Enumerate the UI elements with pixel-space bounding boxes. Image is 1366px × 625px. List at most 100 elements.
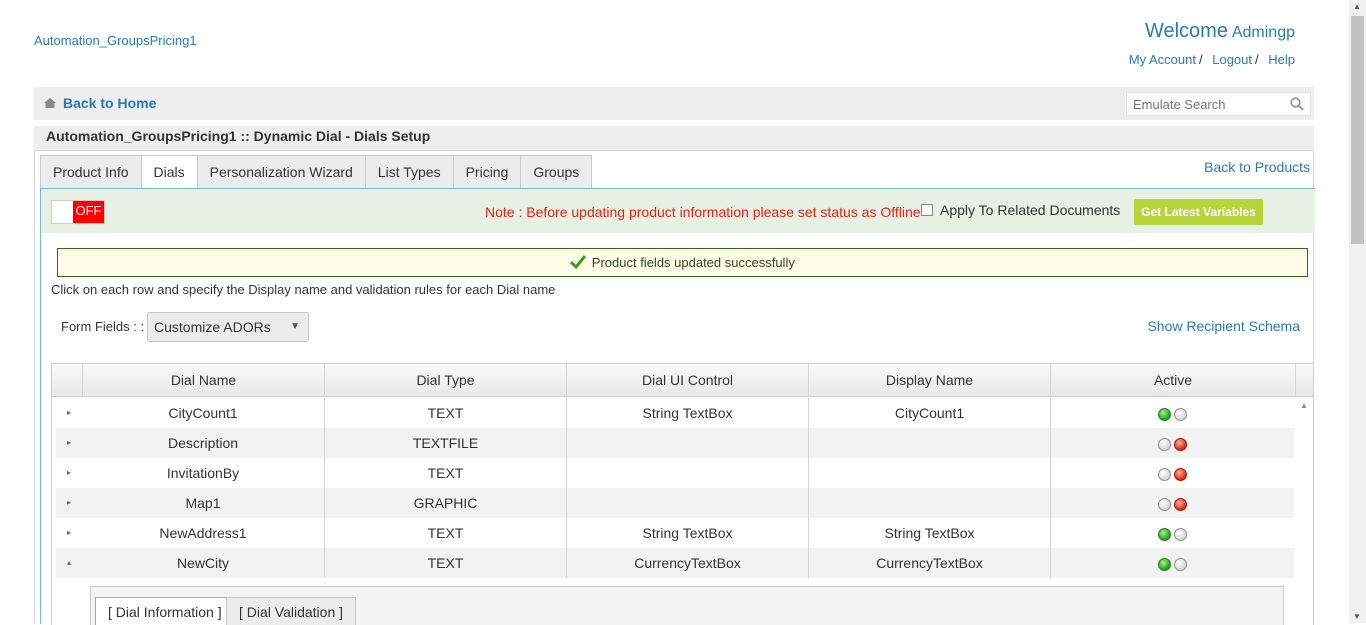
check-icon xyxy=(570,255,587,269)
active-on-icon xyxy=(1158,407,1171,421)
cell-dial-type: GRAPHIC xyxy=(324,488,566,518)
cell-display-name xyxy=(808,488,1050,518)
page-title-bar: Automation_GroupsPricing1 :: Dynamic Dia… xyxy=(34,126,1314,150)
cell-display-name xyxy=(808,458,1050,488)
apply-related-documents[interactable]: Apply To Related Documents xyxy=(921,202,1120,218)
cell-dial-name: CityCount1 xyxy=(168,405,238,421)
cell-ui-control xyxy=(566,488,808,518)
page-title: Automation_GroupsPricing1 :: Dynamic Dia… xyxy=(46,128,431,144)
table-row[interactable]: ▴ NewCity TEXT CurrencyTextBox CurrencyT… xyxy=(56,548,1294,578)
cell-dial-type: TEXT xyxy=(324,398,566,428)
active-indicator[interactable] xyxy=(1158,557,1187,571)
cell-dial-type: TEXT xyxy=(324,518,566,548)
active-indicator[interactable] xyxy=(1158,467,1187,481)
cell-display-name: CurrencyTextBox xyxy=(808,548,1050,578)
form-fields-label: Form Fields : : xyxy=(61,319,145,334)
back-to-home-link[interactable]: Back to Home xyxy=(63,95,156,111)
cell-ui-control xyxy=(566,428,808,458)
tab-pricing[interactable]: Pricing xyxy=(452,155,522,189)
active-indicator[interactable] xyxy=(1158,437,1187,451)
cell-dial-name: Map1 xyxy=(185,495,221,511)
tab-dial-information[interactable]: [ Dial Information ] xyxy=(95,597,235,625)
apply-related-checkbox[interactable] xyxy=(921,204,933,216)
status-strip: OFF Note : Before updating product infor… xyxy=(41,189,1315,233)
back-to-products-link[interactable]: Back to Products xyxy=(1204,159,1310,175)
dial-detail-panel: [ Dial Information ] [ Dial Validation ] xyxy=(90,586,1284,625)
scroll-up-icon[interactable]: ▲ xyxy=(1353,2,1361,11)
cell-dial-type: TEXT xyxy=(324,458,566,488)
active-on-icon xyxy=(1158,437,1171,451)
tab-groups[interactable]: Groups xyxy=(520,155,593,189)
my-account-link[interactable]: My Account xyxy=(1129,52,1196,67)
scroll-up-icon[interactable]: ▲ xyxy=(1300,401,1308,410)
cell-display-name xyxy=(808,428,1050,458)
tab-personalization-wizard[interactable]: Personalization Wizard xyxy=(196,155,366,189)
show-recipient-schema-link[interactable]: Show Recipient Schema xyxy=(1147,318,1300,334)
active-off-icon xyxy=(1174,497,1187,511)
active-indicator[interactable] xyxy=(1158,497,1187,511)
tab-list-types[interactable]: List Types xyxy=(364,155,454,189)
account-links: My Account / Logout / Help xyxy=(1129,52,1295,67)
apply-related-label: Apply To Related Documents xyxy=(940,202,1121,218)
active-indicator[interactable] xyxy=(1158,407,1187,421)
expand-icon[interactable]: ▸ xyxy=(67,518,77,548)
cell-ui-control: String TextBox xyxy=(566,518,808,548)
table-row[interactable]: ▸ InvitationBy TEXT xyxy=(56,458,1294,488)
get-latest-variables-button[interactable]: Get Latest Variables xyxy=(1134,199,1263,225)
collapse-icon[interactable]: ▴ xyxy=(67,548,77,578)
table-row[interactable]: ▸ Description TEXTFILE xyxy=(56,428,1294,458)
help-link[interactable]: Help xyxy=(1268,52,1295,67)
col-display-name[interactable]: Display Name xyxy=(808,364,1050,396)
active-on-icon xyxy=(1158,527,1171,541)
cell-ui-control: String TextBox xyxy=(566,398,808,428)
cell-active xyxy=(1050,488,1294,518)
expand-icon[interactable]: ▸ xyxy=(67,398,77,428)
scroll-down-icon[interactable]: ▼ xyxy=(1353,612,1361,621)
tab-dials[interactable]: Dials xyxy=(140,155,198,190)
main-panel: Product Info Dials Personalization Wizar… xyxy=(34,150,1315,625)
cell-dial-type: TEXTFILE xyxy=(324,428,566,458)
site-name-link[interactable]: Automation_GroupsPricing1 xyxy=(34,33,197,48)
cell-dial-type: TEXT xyxy=(324,548,566,578)
welcome-banner: Welcome Admingp xyxy=(1145,20,1295,43)
active-indicator[interactable] xyxy=(1158,527,1187,541)
cell-display-name: CityCount1 xyxy=(808,398,1050,428)
dials-content: OFF Note : Before updating product infor… xyxy=(40,188,1315,625)
expand-icon[interactable]: ▸ xyxy=(67,458,77,488)
col-scroll-spacer xyxy=(1295,364,1313,396)
grid-scrollbar[interactable]: ▲ xyxy=(1295,398,1313,625)
col-dial-type[interactable]: Dial Type xyxy=(324,364,566,396)
cell-ui-control xyxy=(566,458,808,488)
cell-active xyxy=(1050,548,1294,578)
scroll-thumb[interactable] xyxy=(1351,16,1364,244)
col-dial-name[interactable]: Dial Name xyxy=(82,364,324,396)
user-name: Admingp xyxy=(1231,24,1295,41)
expand-icon[interactable]: ▸ xyxy=(67,488,77,518)
table-row[interactable]: ▸ NewAddress1 TEXT String TextBox String… xyxy=(56,518,1294,548)
status-toggle[interactable]: OFF xyxy=(51,200,105,224)
active-off-icon xyxy=(1174,557,1187,571)
tab-dial-validation[interactable]: [ Dial Validation ] xyxy=(226,597,357,625)
col-dial-ui-control[interactable]: Dial UI Control xyxy=(566,364,808,396)
search-icon[interactable] xyxy=(1290,97,1304,111)
expand-icon[interactable]: ▸ xyxy=(67,428,77,458)
dials-grid: Dial Name Dial Type Dial UI Control Disp… xyxy=(51,363,1314,625)
tab-product-info[interactable]: Product Info xyxy=(40,155,142,189)
chevron-down-icon: ▼ xyxy=(290,321,300,332)
grid-header: Dial Name Dial Type Dial UI Control Disp… xyxy=(52,364,1313,397)
active-on-icon xyxy=(1158,557,1171,571)
form-fields-select[interactable]: Customize ADORs ▼ xyxy=(147,312,309,342)
table-row[interactable]: ▸ Map1 GRAPHIC xyxy=(56,488,1294,518)
success-message: Product fields updated successfully xyxy=(57,248,1308,277)
logout-link[interactable]: Logout xyxy=(1212,52,1252,67)
offline-note: Note : Before updating product informati… xyxy=(485,204,921,220)
emulate-search-input[interactable] xyxy=(1127,93,1287,115)
page-scrollbar[interactable]: ▲ ▼ xyxy=(1349,0,1366,623)
form-fields-selected: Customize ADORs xyxy=(154,319,271,335)
cell-display-name: String TextBox xyxy=(808,518,1050,548)
table-row[interactable]: ▸ CityCount1 TEXT String TextBox CityCou… xyxy=(56,398,1294,428)
cell-dial-name: NewCity xyxy=(176,555,230,571)
product-tabs: Product Info Dials Personalization Wizar… xyxy=(40,155,593,190)
toggle-off-label: OFF xyxy=(73,201,104,223)
col-active[interactable]: Active xyxy=(1050,364,1295,396)
